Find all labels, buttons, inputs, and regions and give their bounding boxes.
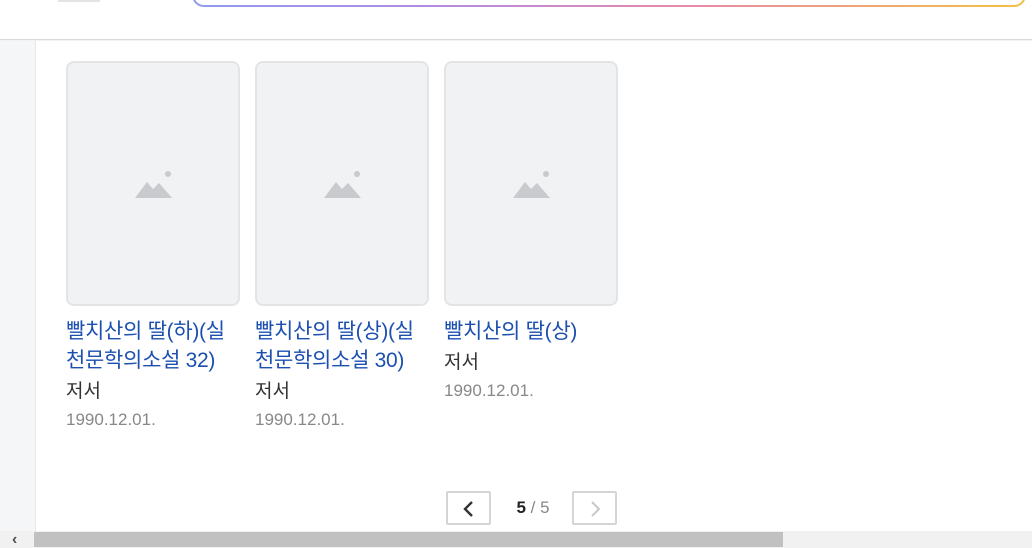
book-date: 1990.12.01.: [255, 410, 345, 429]
book-role: 저서: [255, 381, 290, 402]
book-cover-placeholder[interactable]: [444, 61, 618, 306]
book-cover-placeholder[interactable]: [66, 61, 240, 306]
book-title-link[interactable]: 빨치산의 딸(하)(실천문학의소설 32): [66, 317, 242, 375]
book-title-link[interactable]: 빨치산의 딸(상): [444, 317, 620, 346]
scrollbar-thumb[interactable]: [34, 532, 783, 547]
total-pages: 5: [540, 498, 550, 517]
current-page: 5: [516, 498, 526, 517]
search-box[interactable]: [192, 0, 1026, 7]
left-side-panel: [0, 41, 36, 531]
book-role: 저서: [66, 381, 101, 402]
top-bar: [0, 0, 1032, 40]
image-placeholder-icon: [513, 171, 550, 198]
page-separator: /: [525, 498, 541, 517]
scroll-left-arrow[interactable]: ‹: [12, 531, 17, 548]
book-card[interactable]: 빨치산의 딸(상) 저서 1990.12.01.: [444, 61, 619, 403]
book-card[interactable]: 빨치산의 딸(상)(실천문학의소설 30) 저서 1990.12.01.: [255, 61, 430, 432]
search-input[interactable]: [194, 0, 1024, 5]
chevron-right-icon: [591, 501, 601, 517]
book-cover-placeholder[interactable]: [255, 61, 429, 306]
book-list-section: 빨치산의 딸(하)(실천문학의소설 32) 저서 1990.12.01. 빨치산…: [36, 41, 1032, 531]
image-placeholder-icon: [135, 171, 172, 198]
next-page-button[interactable]: [572, 491, 617, 525]
horizontal-scrollbar[interactable]: ‹: [0, 531, 1032, 548]
image-placeholder-icon: [324, 171, 361, 198]
menu-icon[interactable]: [58, 0, 100, 2]
book-title-link[interactable]: 빨치산의 딸(상)(실천문학의소설 30): [255, 317, 431, 375]
pagination: 5 / 5: [446, 491, 618, 525]
book-role: 저서: [444, 352, 479, 373]
page-counter: 5 / 5: [504, 498, 562, 518]
book-date: 1990.12.01.: [66, 410, 156, 429]
prev-page-button[interactable]: [446, 491, 491, 525]
book-card[interactable]: 빨치산의 딸(하)(실천문학의소설 32) 저서 1990.12.01.: [66, 61, 241, 432]
book-date: 1990.12.01.: [444, 381, 534, 400]
chevron-left-icon: [463, 501, 473, 517]
